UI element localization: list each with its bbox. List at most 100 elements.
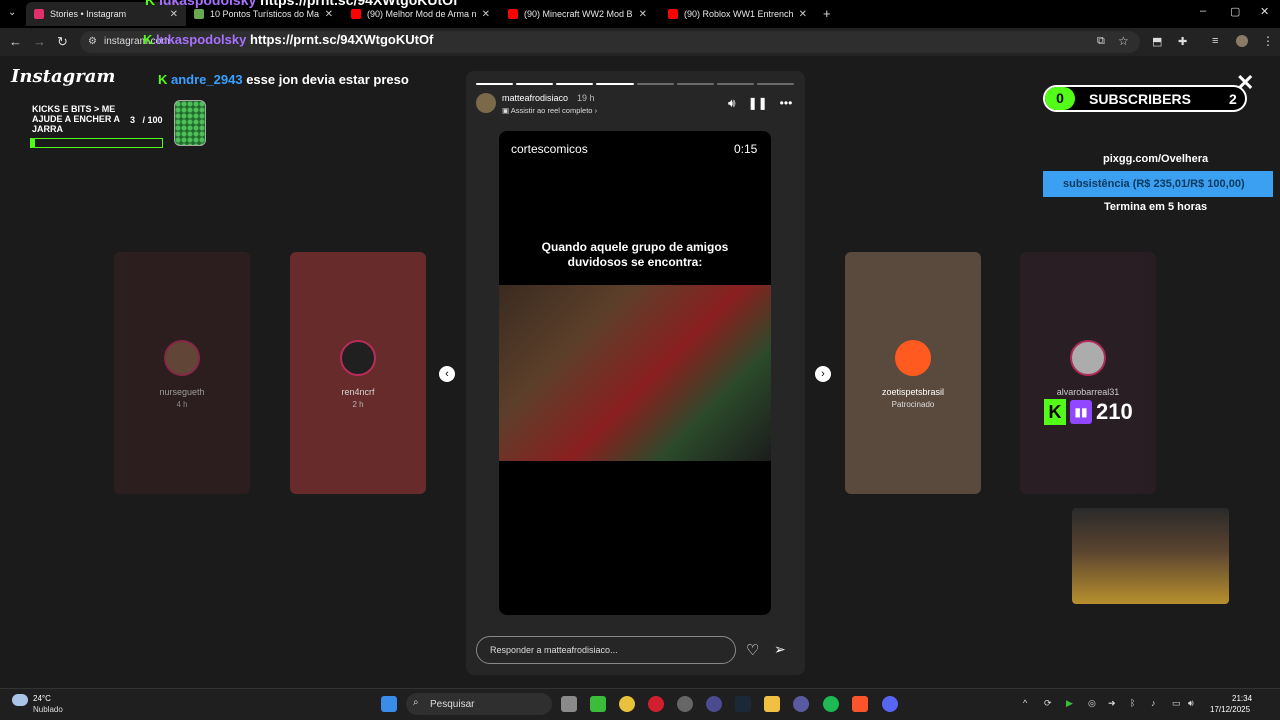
tray-play-icon[interactable]: ▶ [1066, 698, 1073, 709]
app-icon-2[interactable] [706, 696, 722, 712]
profile-avatar[interactable] [1236, 35, 1248, 47]
video-duration: 0:15 [734, 142, 758, 156]
maximize-button[interactable]: ▢ [1230, 5, 1240, 18]
story-avatar [340, 340, 376, 376]
kick-icon: K [158, 72, 168, 87]
close-tab-icon[interactable]: ✕ [325, 9, 333, 20]
tab-search-icon[interactable]: ⌄ [8, 7, 16, 18]
tray-microphone-icon[interactable]: ♪ [1151, 698, 1156, 708]
install-icon[interactable]: ⧉ [1097, 35, 1105, 48]
play-app-icon[interactable] [590, 696, 606, 712]
reload-icon[interactable]: ↻ [57, 34, 68, 50]
tray-chevron-icon[interactable]: ^ [1023, 698, 1027, 708]
close-tab-icon[interactable]: ✕ [639, 9, 647, 20]
tab-title: (90) Melhor Mod de Arma no M [367, 9, 476, 19]
close-window-button[interactable]: ✕ [1260, 5, 1269, 18]
tray-app-icon[interactable]: ⟳ [1044, 698, 1052, 709]
tab-youtube-3[interactable]: (90) Roblox WW1 Entrenched ( ✕ [660, 2, 815, 26]
more-icon[interactable]: ••• [780, 96, 793, 111]
story-card-time: 2 h [352, 400, 364, 409]
clock-time[interactable]: 21:34 [1232, 694, 1252, 703]
close-tab-icon[interactable]: ✕ [170, 9, 178, 20]
youtube-favicon-icon [351, 9, 361, 19]
reel-icon: ▣ [502, 106, 510, 115]
app-icon-3[interactable] [793, 696, 809, 712]
tray-app-icon-2[interactable]: ◎ [1088, 698, 1096, 709]
pause-icon[interactable]: ❚❚ [748, 96, 768, 111]
steam-icon[interactable] [735, 696, 751, 712]
story-card-ren4ncrf[interactable]: ren4ncrf 2 h [290, 252, 426, 494]
story-card-alvarobarreal31[interactable]: alvarobarreal31 [1020, 252, 1156, 494]
minimize-button[interactable]: – [1200, 5, 1206, 17]
video-frame-image [499, 285, 771, 461]
chrome-icon[interactable] [619, 696, 635, 712]
next-story-button[interactable]: › [815, 366, 831, 382]
watch-full-reel-link[interactable]: ▣ Assistir ao reel completo › [502, 106, 597, 115]
send-icon[interactable]: ➢ [774, 641, 786, 658]
tray-bluetooth-icon[interactable]: ᛒ [1130, 698, 1135, 708]
task-view-icon[interactable] [561, 696, 577, 712]
taskbar-search[interactable] [406, 693, 552, 715]
video-caption: Quando aquele grupo de amigos duvidosos … [541, 240, 729, 269]
story-card-zoetispetsbrasil[interactable]: zoetispetsbrasil Patrocinado [845, 252, 981, 494]
youtube-favicon-icon [668, 9, 678, 19]
story-author-avatar[interactable] [476, 93, 496, 113]
windows-start-icon[interactable] [381, 696, 397, 712]
chat-username: andre_2943 [171, 72, 243, 87]
menu-icon[interactable]: ⋮ [1262, 34, 1274, 48]
extensions-icon[interactable]: ⬒ [1152, 35, 1162, 48]
kicks-goal-count: 3 / 100 [130, 115, 163, 125]
close-tab-icon[interactable]: ✕ [482, 9, 490, 20]
story-progress-segment [756, 83, 794, 85]
tab-title: (90) Roblox WW1 Entrenched ( [684, 9, 793, 19]
back-icon[interactable]: ← [9, 34, 22, 49]
kicks-current: 3 [130, 115, 136, 125]
story-progress-segment [476, 83, 514, 85]
chat-text: esse jon devia estar preso [246, 72, 409, 87]
instagram-logo[interactable]: Instagram [11, 66, 115, 87]
story-author-username[interactable]: matteafrodisiaco [502, 93, 568, 103]
new-tab-button[interactable]: + [823, 6, 831, 21]
tray-app-icon-3[interactable]: ➜ [1108, 698, 1116, 709]
weather-cloud-icon[interactable] [12, 694, 28, 706]
app-icon[interactable] [677, 696, 693, 712]
overlay-link: https://prnt.sc/94XWtgoKUtOf [260, 0, 458, 8]
viewer-count: 210 [1096, 399, 1133, 424]
puzzle-icon[interactable]: ✚ [1178, 35, 1187, 48]
discord-icon[interactable] [882, 696, 898, 712]
weather-description[interactable]: Nublado [33, 705, 63, 714]
reply-placeholder: Responder a matteafrodisiaco... [490, 645, 618, 655]
kick-icon: K [143, 32, 153, 47]
media-icon[interactable]: ≡ [1212, 35, 1218, 47]
kick-icon: K [1044, 399, 1066, 425]
story-progress-segment [516, 83, 554, 85]
story-progress-segment [596, 83, 634, 85]
tray-volume-icon[interactable]: 🔊︎ [1188, 698, 1194, 709]
story-card-nursegueth[interactable]: nursegueth 4 h [114, 252, 250, 494]
clock-date[interactable]: 17/12/2025 [1210, 705, 1250, 714]
spotify-icon[interactable] [823, 696, 839, 712]
subscribers-right-count: 2 [1229, 91, 1237, 107]
bookmark-star-icon[interactable]: ☆ [1118, 34, 1129, 48]
kicks-progress-fill [31, 139, 35, 147]
reel-link-text: Assistir ao reel completo [510, 106, 593, 115]
weather-temperature[interactable]: 24°C [33, 694, 51, 703]
chevron-right-icon: › [594, 106, 598, 115]
subscribers-label: SUBSCRIBERS [1089, 91, 1191, 107]
tray-network-icon[interactable]: ▭ [1172, 698, 1181, 709]
close-tab-icon[interactable]: ✕ [799, 9, 807, 20]
chat-message: K andre_2943 esse jon devia estar preso [158, 72, 409, 87]
site-info-icon[interactable]: ⚙ [88, 36, 97, 47]
forward-icon[interactable]: → [33, 34, 46, 49]
speaker-icon[interactable]: 🔊︎ [728, 96, 736, 111]
story-progress-segment [636, 83, 674, 85]
brave-icon[interactable] [852, 696, 868, 712]
previous-story-button[interactable]: ‹ [439, 366, 455, 382]
file-explorer-icon[interactable] [764, 696, 780, 712]
story-card-name: alvarobarreal31 [1056, 387, 1120, 397]
tab-youtube-2[interactable]: (90) Minecraft WW2 Mod Block ✕ [500, 2, 655, 26]
story-progress-segment [556, 83, 594, 85]
like-heart-icon[interactable]: ♡ [746, 641, 759, 659]
taskbar-search-placeholder: Pesquisar [430, 699, 475, 710]
opera-icon[interactable] [648, 696, 664, 712]
